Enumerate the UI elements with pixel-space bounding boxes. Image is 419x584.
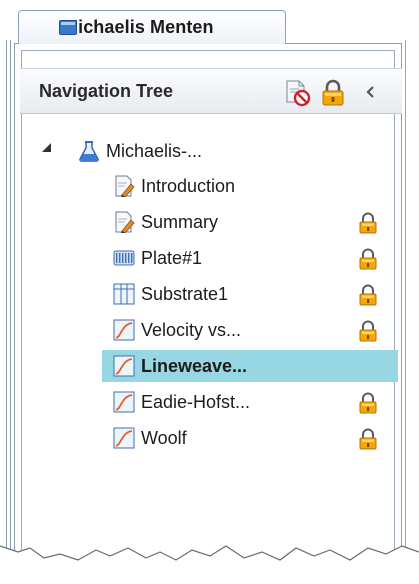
tree-item-woolf[interactable]: Woolf <box>113 423 187 453</box>
lock-icon <box>359 248 377 270</box>
expand-triangle-icon[interactable] <box>40 141 52 153</box>
tree-item-label: Velocity vs... <box>141 319 242 340</box>
unlock-document-icon[interactable] <box>282 77 312 107</box>
lock-icon[interactable] <box>318 77 348 107</box>
document-tab[interactable]: Michaelis Menten <box>18 10 286 44</box>
tree-item-velocity[interactable]: Velocity vs... <box>113 315 241 345</box>
graph-icon <box>113 391 135 413</box>
lock-icon <box>359 284 377 306</box>
tree-root-node[interactable]: Michaelis-... <box>78 136 202 166</box>
tree-item-label: Eadie-Hofst... <box>141 391 251 412</box>
table-icon <box>113 283 135 305</box>
tree-item-label: Substrate1 <box>141 283 229 304</box>
tree-item-label: Woolf <box>141 427 187 448</box>
tree-item-summary[interactable]: Summary <box>113 207 218 237</box>
tree-item-label: Lineweave... <box>141 355 248 376</box>
plate-icon <box>113 250 135 266</box>
tree-item-introduction[interactable]: Introduction <box>113 171 235 201</box>
document-pen-icon <box>115 175 135 197</box>
tree-item-label: Plate#1 <box>141 247 203 268</box>
graph-icon <box>113 427 135 449</box>
tree-root-label: Michaelis-... <box>106 140 203 161</box>
graph-icon <box>113 319 135 341</box>
tree-item-lineweaver[interactable]: Lineweave... <box>102 350 398 382</box>
lock-icon <box>359 428 377 450</box>
lock-icon <box>359 392 377 414</box>
tree-item-label: Introduction <box>141 175 236 196</box>
graph-icon <box>113 355 135 377</box>
lock-icon <box>359 212 377 234</box>
torn-edge <box>0 545 419 584</box>
navigation-tree-header: Navigation Tree <box>20 68 402 114</box>
flask-icon <box>79 141 99 162</box>
panel-title: Navigation Tree <box>39 81 174 101</box>
tree-item-eadie-hofstee[interactable]: Eadie-Hofst... <box>113 387 250 417</box>
document-pen-icon <box>115 211 135 233</box>
tab-label: Michaelis Menten <box>63 17 214 37</box>
lock-icon <box>359 320 377 342</box>
document-tab-icon <box>59 20 77 35</box>
tree-item-plate1[interactable]: Plate#1 <box>113 243 202 273</box>
tree-item-substrate1[interactable]: Substrate1 <box>113 279 228 309</box>
collapse-panel-icon[interactable] <box>360 81 382 103</box>
tree-item-label: Summary <box>141 211 219 232</box>
